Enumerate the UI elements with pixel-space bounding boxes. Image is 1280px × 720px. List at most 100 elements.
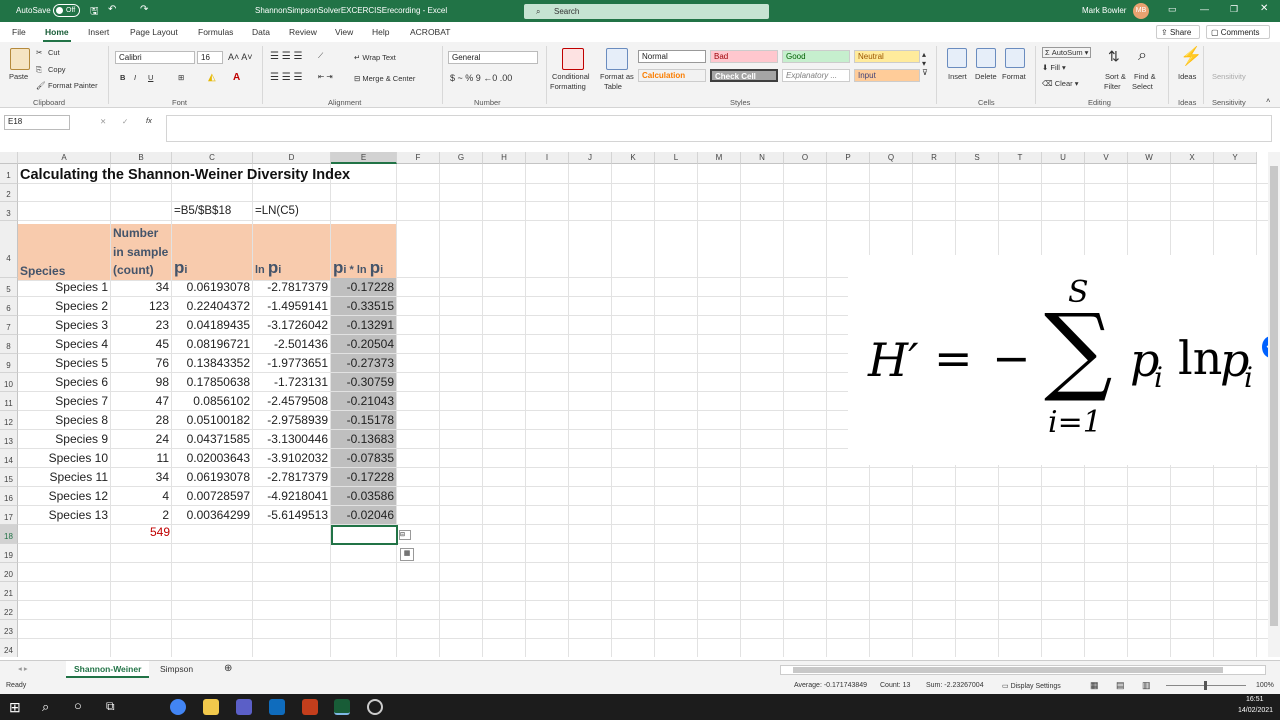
column-header-t[interactable]: T bbox=[999, 152, 1042, 164]
style-normal[interactable]: Normal bbox=[638, 50, 706, 63]
cell-count[interactable]: 4 bbox=[111, 487, 172, 506]
cell-ln-p[interactable]: -3.9102032 bbox=[253, 449, 331, 468]
header-p-ln-p[interactable]: pi * ln pi bbox=[331, 224, 397, 281]
row-header-17[interactable]: 17 bbox=[0, 506, 18, 525]
column-header-d[interactable]: D bbox=[253, 152, 331, 164]
column-header-u[interactable]: U bbox=[1042, 152, 1085, 164]
row-header-15[interactable]: 15 bbox=[0, 468, 18, 487]
restore-icon[interactable]: ❐ bbox=[1230, 4, 1238, 15]
cell-count[interactable]: 76 bbox=[111, 354, 172, 373]
row-header-11[interactable]: 11 bbox=[0, 392, 18, 411]
cell-ln-p[interactable]: -1.9773651 bbox=[253, 354, 331, 373]
cell-p-ln-p[interactable]: -0.07835 bbox=[331, 449, 397, 468]
sheet-title[interactable]: Calculating the Shannon-Weiner Diversity… bbox=[18, 167, 352, 186]
outlook-icon[interactable] bbox=[269, 699, 285, 715]
status-count[interactable]: Count: 13 bbox=[880, 682, 910, 689]
minimize-icon[interactable]: — bbox=[1200, 4, 1209, 14]
cell-p-ln-p[interactable]: -0.02046 bbox=[331, 506, 397, 525]
row-header-18[interactable]: 18 bbox=[0, 525, 18, 544]
fill-button[interactable]: ⬇ Fill ▾ bbox=[1042, 63, 1066, 72]
column-header-a[interactable]: A bbox=[18, 152, 111, 164]
fx-icon[interactable]: fx bbox=[146, 116, 152, 125]
column-header-v[interactable]: V bbox=[1085, 152, 1128, 164]
cell-p-ln-p[interactable]: -0.20504 bbox=[331, 335, 397, 354]
format-painter-button[interactable]: Format Painter bbox=[48, 81, 98, 90]
collapse-ribbon-icon[interactable]: ˄ bbox=[1266, 96, 1270, 105]
cell-species[interactable]: Species 7 bbox=[18, 392, 111, 411]
cell-p-ln-p[interactable]: -0.13291 bbox=[331, 316, 397, 335]
task-view-icon[interactable]: ⧉ bbox=[106, 699, 115, 714]
accounting-icon[interactable]: $ ~ % 9 ←0 .00 bbox=[450, 73, 512, 83]
cell-p[interactable]: 0.00728597 bbox=[172, 487, 253, 506]
clear-button[interactable]: ⌫ Clear ▾ bbox=[1042, 79, 1079, 88]
row-header-21[interactable]: 21 bbox=[0, 582, 18, 601]
font-color-icon[interactable]: A bbox=[233, 72, 240, 83]
column-header-j[interactable]: J bbox=[569, 152, 612, 164]
cell-p[interactable]: 0.00364299 bbox=[172, 506, 253, 525]
tab-page-layout[interactable]: Page Layout bbox=[130, 27, 178, 37]
sheet-tab-shannon-weiner[interactable]: Shannon-Weiner bbox=[66, 661, 150, 678]
cell-species[interactable]: Species 1 bbox=[18, 278, 111, 297]
tab-formulas[interactable]: Formulas bbox=[198, 27, 233, 37]
row-header-4[interactable]: 4 bbox=[0, 221, 18, 278]
paste-options-icon[interactable]: ▦ bbox=[400, 548, 414, 561]
ideas-button[interactable]: Ideas bbox=[1178, 72, 1196, 81]
cell-p-ln-p[interactable]: -0.15178 bbox=[331, 411, 397, 430]
column-header-n[interactable]: N bbox=[741, 152, 784, 164]
column-header-q[interactable]: Q bbox=[870, 152, 913, 164]
redo-icon[interactable]: ↷ bbox=[140, 4, 148, 15]
ideas-icon[interactable]: ⚡ bbox=[1180, 46, 1202, 67]
insert-cells-icon[interactable] bbox=[947, 48, 967, 68]
cell-p[interactable]: 0.05100182 bbox=[172, 411, 253, 430]
save-icon[interactable]: 🖫 bbox=[90, 4, 99, 21]
cell-species[interactable]: Species 6 bbox=[18, 373, 111, 392]
format-as-table-button-2[interactable]: Table bbox=[604, 82, 622, 91]
styles-more-icon[interactable]: ▴ ▾ ⊽ bbox=[922, 50, 928, 77]
row-header-7[interactable]: 7 bbox=[0, 316, 18, 335]
cell-count[interactable]: 28 bbox=[111, 411, 172, 430]
cell-count[interactable]: 47 bbox=[111, 392, 172, 411]
column-header-p[interactable]: P bbox=[827, 152, 870, 164]
top-align-icon[interactable]: ☰ ☰ ☰ bbox=[270, 51, 302, 62]
cell-species[interactable]: Species 12 bbox=[18, 487, 111, 506]
powerpoint-icon[interactable] bbox=[302, 699, 318, 715]
horizontal-scroll-thumb[interactable] bbox=[793, 667, 1223, 673]
cell-species[interactable]: Species 9 bbox=[18, 430, 111, 449]
grow-font-icon[interactable]: A˄ A˅ bbox=[228, 52, 253, 62]
file-explorer-icon[interactable] bbox=[203, 699, 219, 715]
row-header-12[interactable]: 12 bbox=[0, 411, 18, 430]
conditional-formatting-icon[interactable] bbox=[562, 48, 584, 70]
column-header-c[interactable]: C bbox=[172, 152, 253, 164]
cell-species[interactable]: Species 5 bbox=[18, 354, 111, 373]
merge-center-button[interactable]: ⊟ Merge & Center bbox=[354, 74, 415, 83]
cell-count[interactable]: 123 bbox=[111, 297, 172, 316]
cell-count[interactable]: 34 bbox=[111, 468, 172, 487]
cell-species[interactable]: Species 2 bbox=[18, 297, 111, 316]
cell-p[interactable]: 0.22404372 bbox=[172, 297, 253, 316]
cell-species[interactable]: Species 13 bbox=[18, 506, 111, 525]
row-header-24[interactable]: 24 bbox=[0, 639, 18, 657]
font-size-select[interactable]: 16 bbox=[197, 51, 223, 64]
find-select-button[interactable]: Find & bbox=[1134, 72, 1156, 81]
share-button[interactable]: ⇪ Share bbox=[1156, 25, 1200, 39]
fill-color-icon[interactable]: ◭ bbox=[208, 72, 216, 83]
cell-ln-p[interactable]: -1.723131 bbox=[253, 373, 331, 392]
cell-p-ln-p[interactable]: -0.17228 bbox=[331, 468, 397, 487]
font-name-select[interactable]: Calibri bbox=[115, 51, 195, 64]
cell-p[interactable]: 0.06193078 bbox=[172, 278, 253, 297]
left-align-icon[interactable]: ☰ ☰ ☰ bbox=[270, 72, 302, 83]
cell-count[interactable]: 2 bbox=[111, 506, 172, 525]
chrome-icon[interactable] bbox=[170, 699, 186, 715]
status-average[interactable]: Average: -0.171743849 bbox=[794, 682, 867, 689]
indent-icon[interactable]: ⇤ ⇥ bbox=[318, 72, 333, 81]
insert-cells-button[interactable]: Insert bbox=[948, 72, 967, 81]
find-select-icon[interactable]: ⌕ bbox=[1138, 47, 1147, 65]
copy-icon[interactable]: ⎘ bbox=[36, 65, 42, 75]
horizontal-scrollbar[interactable] bbox=[780, 665, 1266, 675]
column-header-h[interactable]: H bbox=[483, 152, 526, 164]
wrap-text-button[interactable]: ↵ Wrap Text bbox=[354, 53, 396, 62]
header-number[interactable]: Number in sample (count) bbox=[111, 224, 172, 281]
cell-p-ln-p[interactable]: -0.21043 bbox=[331, 392, 397, 411]
status-sum[interactable]: Sum: -2.23267004 bbox=[926, 682, 984, 689]
column-header-f[interactable]: F bbox=[397, 152, 440, 164]
